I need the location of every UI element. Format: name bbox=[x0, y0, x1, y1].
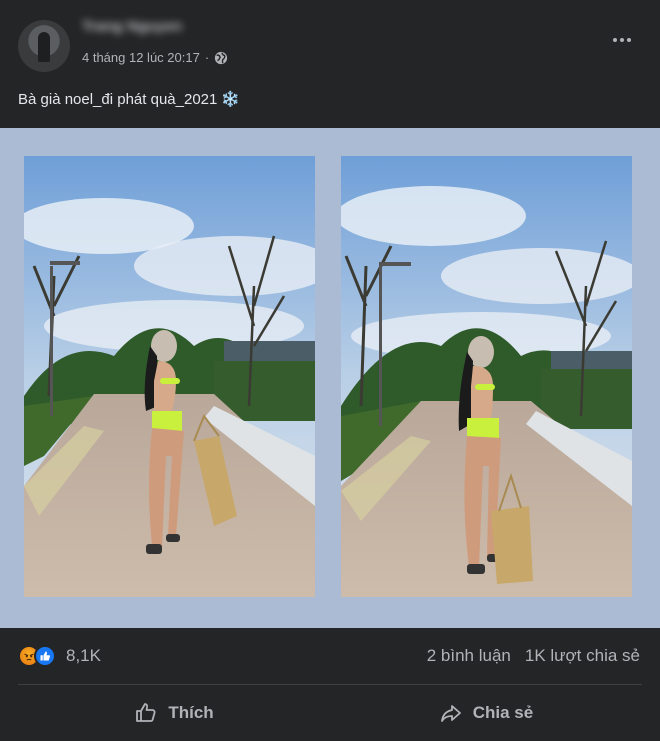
more-options-button[interactable] bbox=[606, 30, 638, 50]
post-caption: Bà già noel_đi phát quà_2021 ❄️ bbox=[18, 90, 241, 109]
snowflake-icon: ❄️ bbox=[221, 91, 241, 108]
more-dot-icon bbox=[613, 38, 617, 42]
post-meta: 4 tháng 12 lúc 20:17 · bbox=[82, 50, 228, 65]
caption-text: Bà già noel_đi phát quà_2021 bbox=[18, 90, 218, 108]
author-name[interactable]: Trang Nguyen bbox=[82, 18, 222, 38]
reaction-summary[interactable]: 8,1K bbox=[18, 642, 101, 670]
globe-icon[interactable] bbox=[214, 51, 228, 65]
action-bar: Thích Chia sẻ bbox=[18, 690, 642, 736]
photo-left[interactable] bbox=[24, 156, 315, 597]
comment-count-link[interactable]: 2 bình luận bbox=[427, 646, 511, 666]
photo-right[interactable] bbox=[341, 156, 632, 597]
share-label: Chia sẻ bbox=[472, 703, 534, 722]
post-media bbox=[0, 128, 660, 628]
share-button[interactable]: Chia sẻ bbox=[330, 690, 642, 736]
meta-separator: · bbox=[204, 50, 210, 65]
avatar[interactable] bbox=[18, 20, 70, 72]
like-button[interactable]: Thích bbox=[18, 690, 330, 736]
post-header: Trang Nguyen 4 tháng 12 lúc 20:17 · bbox=[0, 0, 660, 82]
facebook-post: Trang Nguyen 4 tháng 12 lúc 20:17 · Bà g… bbox=[0, 0, 660, 741]
like-react-icon bbox=[34, 645, 56, 667]
divider bbox=[18, 684, 642, 685]
share-count-link[interactable]: 1K lượt chia sẻ bbox=[525, 646, 640, 666]
more-dot-icon bbox=[627, 38, 631, 42]
post-timestamp[interactable]: 4 tháng 12 lúc 20:17 bbox=[82, 50, 200, 65]
reaction-count: 8,1K bbox=[66, 646, 101, 665]
like-label: Thích bbox=[168, 703, 214, 722]
post-stats: 2 bình luận 1K lượt chia sẻ bbox=[427, 646, 640, 666]
thumbs-up-icon bbox=[136, 703, 156, 722]
more-dot-icon bbox=[620, 38, 624, 42]
share-arrow-icon bbox=[440, 705, 461, 722]
